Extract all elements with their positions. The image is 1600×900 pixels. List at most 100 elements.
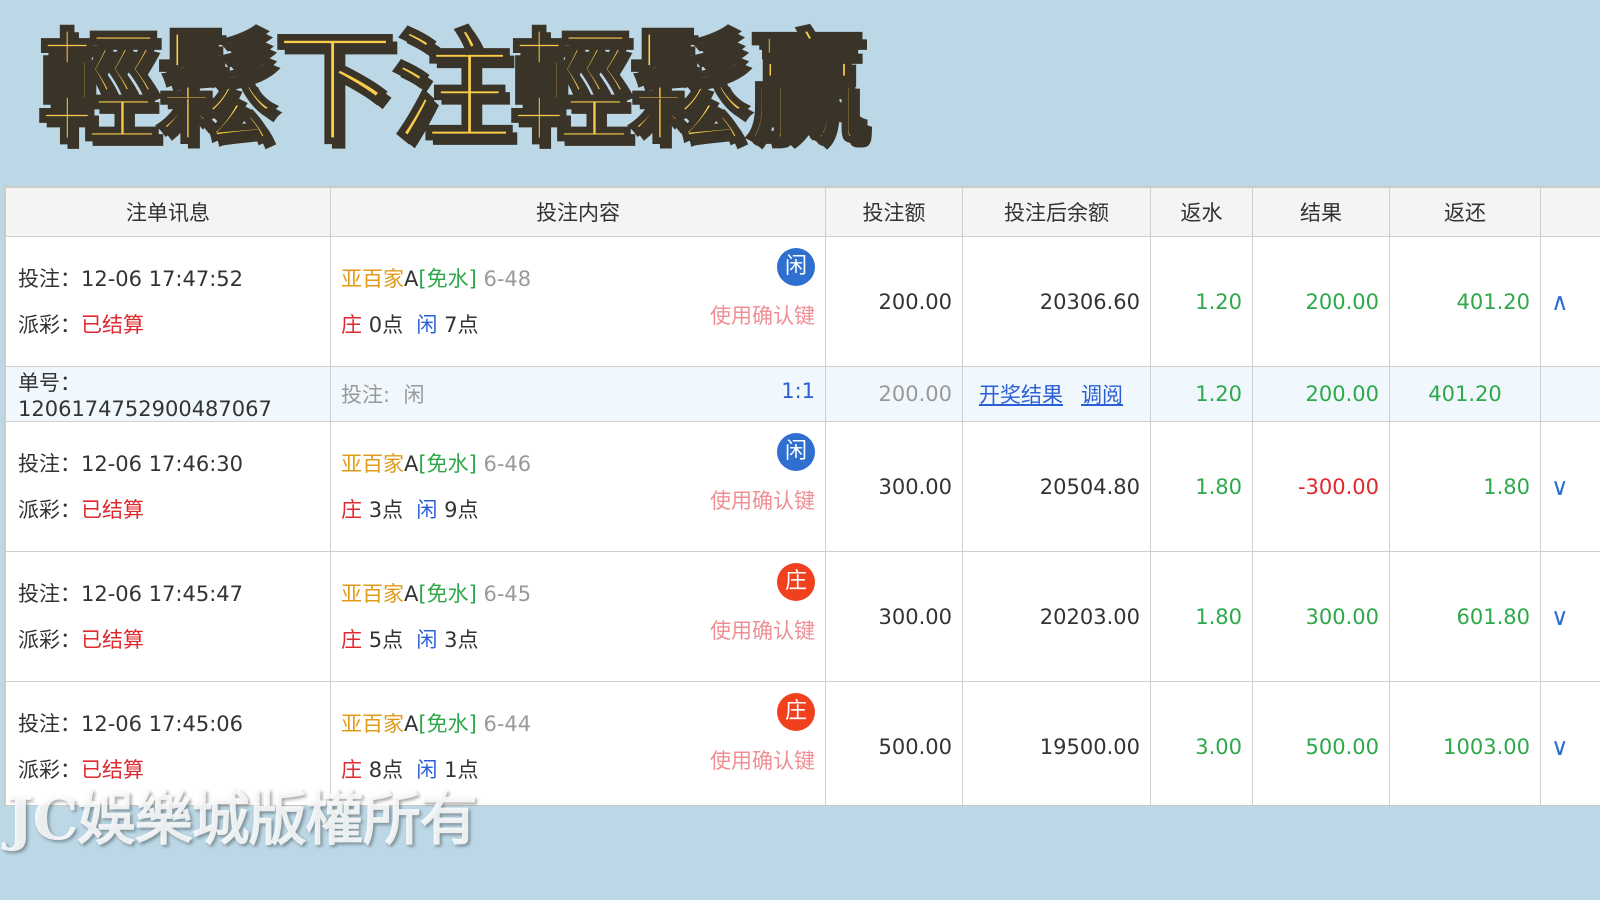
bet-time-line: 投注：12-06 17:45:06 [6, 701, 330, 747]
points-unit: 点 [382, 497, 404, 522]
player-points: 9 [444, 497, 458, 522]
review-link[interactable]: 调阅 [1081, 383, 1123, 407]
bet-table: 注单讯息 投注内容 投注额 投注后余额 返水 结果 返还 投注：12-06 17… [5, 187, 1600, 805]
game-prefix: 亚百家 [341, 711, 404, 736]
table-row[interactable]: 投注：12-06 17:46:30 派彩：已结算 亚百家A[免水] 6-46 庄… [5, 421, 1600, 552]
table-row[interactable]: 投注：12-06 17:47:52 派彩：已结算 亚百家A[免水] 6-48 庄… [5, 236, 1600, 367]
detail-links: 开奖结果 调阅 [962, 366, 1151, 422]
banker-points: 3 [368, 497, 383, 522]
header-return: 返还 [1389, 187, 1541, 237]
payout-label: 派彩： [18, 312, 81, 337]
game-tag: [免水] [418, 711, 477, 736]
game-tag: [免水] [418, 266, 477, 291]
bet-time-label: 投注： [18, 581, 81, 606]
game-name: 亚百家A[免水] 6-46 [341, 441, 825, 487]
bet-info-cell: 投注：12-06 17:47:52 派彩：已结算 [5, 236, 331, 367]
player-points: 3 [444, 627, 458, 652]
bet-amount: 200.00 [825, 236, 963, 367]
bet-side-icon: 闲 [777, 433, 815, 471]
return-amount: 1003.00 [1389, 681, 1541, 805]
bet-time-value: 12-06 17:46:30 [81, 451, 244, 476]
balance-after: 20504.80 [962, 421, 1151, 552]
expand-chevron-icon[interactable]: ∨ [1540, 421, 1600, 552]
game-prefix: 亚百家 [341, 266, 404, 291]
payout-label: 派彩： [18, 497, 81, 522]
header-expand [1540, 187, 1600, 237]
banker-label: 庄 [341, 627, 362, 652]
bet-side-icon: 闲 [777, 248, 815, 286]
points-unit: 点 [382, 312, 404, 337]
player-label: 闲 [416, 627, 438, 652]
game-letter: A [404, 266, 419, 291]
bet-side-label: 投注: [341, 383, 391, 407]
bet-content-cell: 亚百家A[免水] 6-48 庄 0点 闲 7点 闲 使用确认键 [330, 236, 826, 367]
expand-chevron-icon[interactable]: ∨ [1540, 681, 1600, 805]
game-letter: A [404, 711, 419, 736]
copyright-watermark: JC娛樂城版權所有 [6, 785, 478, 853]
expand-chevron-icon[interactable]: ∧ [1540, 236, 1600, 367]
draw-result-link[interactable]: 开奖结果 [979, 383, 1063, 407]
points-unit: 点 [382, 627, 404, 652]
bet-info-cell: 投注：12-06 17:46:30 派彩：已结算 [5, 421, 331, 552]
points-unit: 点 [457, 627, 479, 652]
bet-history-table: 注单讯息 投注内容 投注额 投注后余额 返水 结果 返还 投注：12-06 17… [4, 186, 1600, 806]
header-bet-amount: 投注额 [825, 187, 963, 237]
game-name: 亚百家A[免水] 6-44 [341, 701, 825, 747]
expand-chevron-icon[interactable]: ∨ [1540, 551, 1600, 682]
promo-banner-title: 輕鬆下注輕鬆贏 [37, 17, 870, 162]
bet-time-value: 12-06 17:47:52 [81, 266, 244, 291]
points-unit: 点 [457, 312, 479, 337]
bet-info-cell: 投注：12-06 17:45:47 派彩：已结算 [5, 551, 331, 682]
game-round: 6-44 [483, 711, 532, 736]
game-tag: [免水] [418, 581, 477, 606]
header-bet-info: 注单讯息 [5, 187, 331, 237]
balance-after: 19500.00 [962, 681, 1151, 805]
confirm-hint: 使用确认键 [710, 304, 815, 328]
bet-amount: 500.00 [825, 681, 963, 805]
payout-status: 已结算 [81, 312, 144, 337]
header-balance-after: 投注后余额 [962, 187, 1151, 237]
bet-side-cell: 投注: 闲 1:1 [330, 366, 826, 422]
banker-label: 庄 [341, 312, 362, 337]
player-points: 7 [444, 312, 458, 337]
game-tag: [免水] [418, 451, 477, 476]
header-bet-content: 投注内容 [330, 187, 826, 237]
order-number-value: 1206174752900487067 [18, 397, 272, 421]
game-round: 6-46 [483, 451, 532, 476]
result: -300.00 [1252, 421, 1390, 552]
payout-line: 派彩：已结算 [6, 302, 330, 348]
order-number-label: 单号： [18, 371, 81, 395]
bet-time-value: 12-06 17:45:47 [81, 581, 244, 606]
detail-rebate: 1.20 [1150, 366, 1253, 422]
odds-ratio: 1:1 [781, 379, 815, 403]
bet-detail-row: 单号：1206174752900487067 投注: 闲 1:1 200.00 开… [5, 366, 1600, 422]
return-amount: 601.80 [1389, 551, 1541, 682]
banker-label: 庄 [341, 497, 362, 522]
bet-content-cell: 亚百家A[免水] 6-46 庄 3点 闲 9点 闲 使用确认键 [330, 421, 826, 552]
table-row[interactable]: 投注：12-06 17:45:47 派彩：已结算 亚百家A[免水] 6-45 庄… [5, 551, 1600, 682]
balance-after: 20306.60 [962, 236, 1151, 367]
game-prefix: 亚百家 [341, 581, 404, 606]
table-header-row: 注单讯息 投注内容 投注额 投注后余额 返水 结果 返还 [5, 187, 1600, 237]
rebate: 1.20 [1150, 236, 1253, 367]
detail-return: 401.20 [1389, 366, 1541, 422]
header-rebate: 返水 [1150, 187, 1253, 237]
bet-side-value: 闲 [403, 383, 425, 407]
payout-line: 派彩：已结算 [6, 487, 330, 533]
payout-label: 派彩： [18, 627, 81, 652]
confirm-hint: 使用确认键 [710, 749, 815, 773]
payout-status: 已结算 [81, 497, 144, 522]
bet-amount: 300.00 [825, 421, 963, 552]
detail-amount: 200.00 [825, 366, 963, 422]
game-name: 亚百家A[免水] 6-45 [341, 571, 825, 617]
bet-time-label: 投注： [18, 451, 81, 476]
bet-content-cell: 亚百家A[免水] 6-45 庄 5点 闲 3点 庄 使用确认键 [330, 551, 826, 682]
rebate: 1.80 [1150, 421, 1253, 552]
banker-points: 5 [368, 627, 383, 652]
confirm-hint: 使用确认键 [710, 489, 815, 513]
bet-time-line: 投注：12-06 17:45:47 [6, 571, 330, 617]
game-name: 亚百家A[免水] 6-48 [341, 256, 825, 302]
bet-time-label: 投注： [18, 711, 81, 736]
order-number-cell: 单号：1206174752900487067 [5, 366, 331, 422]
confirm-hint: 使用确认键 [710, 619, 815, 643]
